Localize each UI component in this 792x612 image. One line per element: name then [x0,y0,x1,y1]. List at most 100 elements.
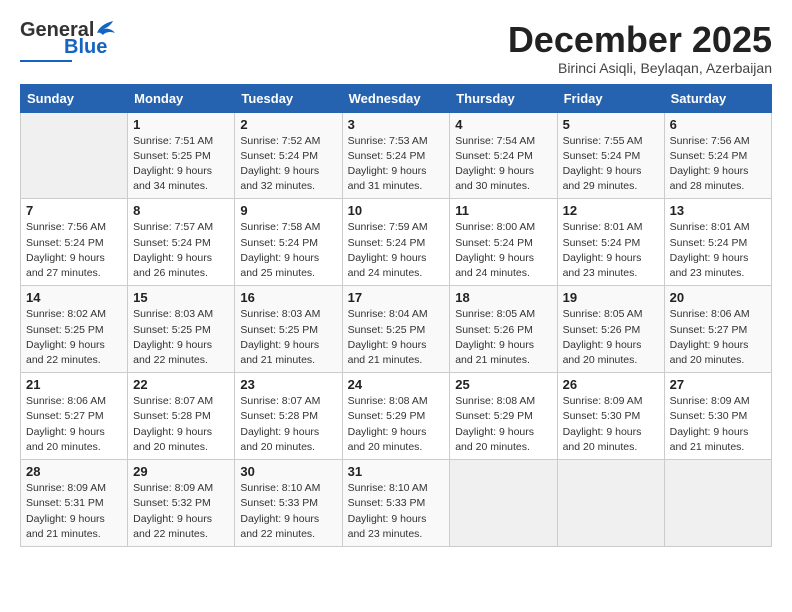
location-subtitle: Birinci Asiqli, Beylaqan, Azerbaijan [508,60,772,76]
table-row: 28 Sunrise: 8:09 AMSunset: 5:31 PMDayligh… [21,460,128,547]
calendar-header-row: Sunday Monday Tuesday Wednesday Thursday… [21,84,772,112]
table-row: 14 Sunrise: 8:02 AMSunset: 5:25 PMDayligh… [21,286,128,373]
day-info: Sunrise: 8:09 AMSunset: 5:32 PMDaylight:… [133,481,229,542]
day-info: Sunrise: 7:52 AMSunset: 5:24 PMDaylight:… [240,134,336,195]
table-row [664,460,771,547]
calendar-table: Sunday Monday Tuesday Wednesday Thursday… [20,84,772,547]
title-block: December 2025 Birinci Asiqli, Beylaqan, … [508,20,772,76]
table-row: 6 Sunrise: 7:56 AMSunset: 5:24 PMDaylight… [664,112,771,199]
table-row: 15Sunrise: 8:03 AMSunset: 5:25 PMDayligh… [128,286,235,373]
calendar-week-3: 21 Sunrise: 8:06 AMSunset: 5:27 PMDayligh… [21,373,772,460]
table-row: 13 Sunrise: 8:01 AMSunset: 5:24 PMDayligh… [664,199,771,286]
logo-underline [20,60,72,62]
day-number: 22 [133,377,229,392]
logo-blue: Blue [64,36,107,59]
table-row: 12Sunrise: 8:01 AMSunset: 5:24 PMDayligh… [557,199,664,286]
table-row: 5 Sunrise: 7:55 AMSunset: 5:24 PMDaylight… [557,112,664,199]
day-info: Sunrise: 8:05 AMSunset: 5:26 PMDaylight:… [455,307,551,368]
table-row: 10Sunrise: 7:59 AMSunset: 5:24 PMDayligh… [342,199,450,286]
day-number: 3 [348,117,445,132]
table-row: 4 Sunrise: 7:54 AMSunset: 5:24 PMDaylight… [450,112,557,199]
table-row: 7 Sunrise: 7:56 AMSunset: 5:24 PMDaylight… [21,199,128,286]
day-info: Sunrise: 8:05 AMSunset: 5:26 PMDaylight:… [563,307,659,368]
day-info: Sunrise: 8:00 AMSunset: 5:24 PMDaylight:… [455,220,551,281]
table-row: 24 Sunrise: 8:08 AMSunset: 5:29 PMDayligh… [342,373,450,460]
table-row: 11 Sunrise: 8:00 AMSunset: 5:24 PMDayligh… [450,199,557,286]
header: General Blue December 2025 Birinci Asiql… [20,20,772,76]
header-friday: Friday [557,84,664,112]
day-info: Sunrise: 8:09 AMSunset: 5:30 PMDaylight:… [670,394,766,455]
table-row [557,460,664,547]
logo: General Blue [20,20,117,62]
day-info: Sunrise: 8:10 AMSunset: 5:33 PMDaylight:… [348,481,445,542]
month-title: December 2025 [508,20,772,60]
table-row: 17 Sunrise: 8:04 AMSunset: 5:25 PMDayligh… [342,286,450,373]
day-info: Sunrise: 7:53 AMSunset: 5:24 PMDaylight:… [348,134,445,195]
header-thursday: Thursday [450,84,557,112]
day-number: 5 [563,117,659,132]
table-row [450,460,557,547]
header-saturday: Saturday [664,84,771,112]
day-number: 26 [563,377,659,392]
table-row: 27 Sunrise: 8:09 AMSunset: 5:30 PMDayligh… [664,373,771,460]
day-info: Sunrise: 7:57 AMSunset: 5:24 PMDaylight:… [133,220,229,281]
table-row: 31Sunrise: 8:10 AMSunset: 5:33 PMDayligh… [342,460,450,547]
page-container: General Blue December 2025 Birinci Asiql… [20,20,772,547]
day-info: Sunrise: 8:06 AMSunset: 5:27 PMDaylight:… [26,394,122,455]
day-number: 11 [455,203,551,218]
calendar-week-1: 7 Sunrise: 7:56 AMSunset: 5:24 PMDaylight… [21,199,772,286]
day-number: 30 [240,464,336,479]
table-row: 18 Sunrise: 8:05 AMSunset: 5:26 PMDayligh… [450,286,557,373]
day-number: 14 [26,290,122,305]
day-number: 15 [133,290,229,305]
day-info: Sunrise: 8:01 AMSunset: 5:24 PMDaylight:… [670,220,766,281]
day-info: Sunrise: 7:58 AMSunset: 5:24 PMDaylight:… [240,220,336,281]
day-number: 28 [26,464,122,479]
day-info: Sunrise: 8:08 AMSunset: 5:29 PMDaylight:… [348,394,445,455]
day-number: 24 [348,377,445,392]
day-info: Sunrise: 8:08 AMSunset: 5:29 PMDaylight:… [455,394,551,455]
table-row: 26 Sunrise: 8:09 AMSunset: 5:30 PMDayligh… [557,373,664,460]
day-number: 8 [133,203,229,218]
day-number: 25 [455,377,551,392]
table-row: 19 Sunrise: 8:05 AMSunset: 5:26 PMDayligh… [557,286,664,373]
table-row: 30 Sunrise: 8:10 AMSunset: 5:33 PMDayligh… [235,460,342,547]
calendar-week-0: 1Sunrise: 7:51 AMSunset: 5:25 PMDaylight… [21,112,772,199]
logo-bird-icon [95,19,117,37]
day-number: 23 [240,377,336,392]
day-number: 17 [348,290,445,305]
day-info: Sunrise: 8:07 AMSunset: 5:28 PMDaylight:… [240,394,336,455]
day-number: 21 [26,377,122,392]
day-info: Sunrise: 8:01 AMSunset: 5:24 PMDaylight:… [563,220,659,281]
day-number: 27 [670,377,766,392]
day-number: 18 [455,290,551,305]
day-number: 4 [455,117,551,132]
day-number: 19 [563,290,659,305]
table-row: 20Sunrise: 8:06 AMSunset: 5:27 PMDayligh… [664,286,771,373]
table-row: 8 Sunrise: 7:57 AMSunset: 5:24 PMDaylight… [128,199,235,286]
day-info: Sunrise: 8:02 AMSunset: 5:25 PMDaylight:… [26,307,122,368]
day-info: Sunrise: 8:04 AMSunset: 5:25 PMDaylight:… [348,307,445,368]
day-info: Sunrise: 7:51 AMSunset: 5:25 PMDaylight:… [133,134,229,195]
calendar-week-2: 14 Sunrise: 8:02 AMSunset: 5:25 PMDayligh… [21,286,772,373]
day-info: Sunrise: 7:54 AMSunset: 5:24 PMDaylight:… [455,134,551,195]
table-row: 16Sunrise: 8:03 AMSunset: 5:25 PMDayligh… [235,286,342,373]
header-tuesday: Tuesday [235,84,342,112]
day-info: Sunrise: 8:09 AMSunset: 5:31 PMDaylight:… [26,481,122,542]
day-number: 7 [26,203,122,218]
day-info: Sunrise: 7:56 AMSunset: 5:24 PMDaylight:… [26,220,122,281]
day-info: Sunrise: 8:09 AMSunset: 5:30 PMDaylight:… [563,394,659,455]
day-info: Sunrise: 7:55 AMSunset: 5:24 PMDaylight:… [563,134,659,195]
calendar-week-4: 28 Sunrise: 8:09 AMSunset: 5:31 PMDayligh… [21,460,772,547]
header-wednesday: Wednesday [342,84,450,112]
day-number: 13 [670,203,766,218]
table-row: 9Sunrise: 7:58 AMSunset: 5:24 PMDaylight… [235,199,342,286]
day-number: 6 [670,117,766,132]
day-number: 16 [240,290,336,305]
day-info: Sunrise: 8:10 AMSunset: 5:33 PMDaylight:… [240,481,336,542]
day-info: Sunrise: 7:56 AMSunset: 5:24 PMDaylight:… [670,134,766,195]
table-row: 25 Sunrise: 8:08 AMSunset: 5:29 PMDayligh… [450,373,557,460]
header-monday: Monday [128,84,235,112]
day-info: Sunrise: 7:59 AMSunset: 5:24 PMDaylight:… [348,220,445,281]
table-row: 22Sunrise: 8:07 AMSunset: 5:28 PMDayligh… [128,373,235,460]
